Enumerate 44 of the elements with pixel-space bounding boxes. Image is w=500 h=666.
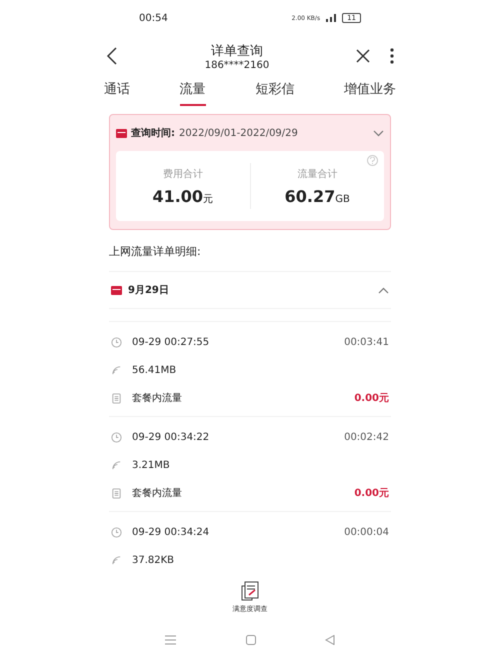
calendar-icon	[111, 285, 122, 295]
stat-value: 41.00元	[152, 186, 214, 206]
stat-label: 流量合计	[297, 168, 338, 180]
record-time: 09-29 00:34:24	[132, 526, 210, 538]
period-range: 2022/09/01-2022/09/29	[179, 128, 299, 138]
survey-icon	[240, 581, 260, 601]
close-button[interactable]	[354, 47, 372, 65]
period-label: 查询时间:	[131, 126, 175, 140]
more-button[interactable]	[388, 46, 396, 66]
tab[interactable]: 流量	[180, 80, 206, 106]
record-fee: 0.00元	[354, 487, 389, 500]
record-plan: 套餐内流量	[132, 392, 183, 405]
record-time: 09-29 00:34:22	[132, 432, 210, 442]
chevron-icon[interactable]	[378, 286, 389, 294]
record-size: 37.82KB	[132, 554, 176, 566]
tab[interactable]: 通话	[104, 80, 130, 106]
record-fee: 0.00元	[354, 392, 389, 405]
home-icon[interactable]	[246, 635, 256, 645]
calendar-icon	[116, 128, 127, 138]
tab[interactable]: 增值业务	[344, 80, 396, 106]
section-title: 上网流量详单明细:	[109, 244, 202, 259]
clock-icon	[111, 336, 122, 348]
phone-number: 186****2160	[204, 60, 270, 70]
record-plan: 套餐内流量	[132, 486, 183, 500]
list-icon	[111, 488, 122, 498]
day-header[interactable]: 9月29日	[109, 271, 391, 309]
record-duration: 00:03:41	[344, 336, 389, 348]
chevron-icon[interactable]	[373, 130, 384, 136]
record-duration: 00:00:04	[344, 526, 389, 538]
record-time: 09-29 00:27:55	[132, 336, 210, 348]
tab[interactable]: 短彩信	[255, 80, 294, 106]
status-time: 00:54	[139, 12, 168, 24]
record-size: 3.21MB	[132, 460, 171, 470]
signal-bars-icon	[326, 14, 336, 22]
stat-label: 费用合计	[162, 168, 203, 180]
stat-value: 60.27GB	[284, 186, 350, 206]
clock-icon	[111, 526, 122, 538]
page-title: 详单查询	[210, 42, 263, 60]
record-duration: 00:02:42	[344, 432, 389, 442]
list-icon	[111, 392, 122, 404]
record-size: 56.41MB	[132, 364, 178, 376]
clock-icon	[111, 432, 122, 442]
menu-icon[interactable]	[165, 635, 176, 645]
back-icon[interactable]	[325, 635, 335, 645]
